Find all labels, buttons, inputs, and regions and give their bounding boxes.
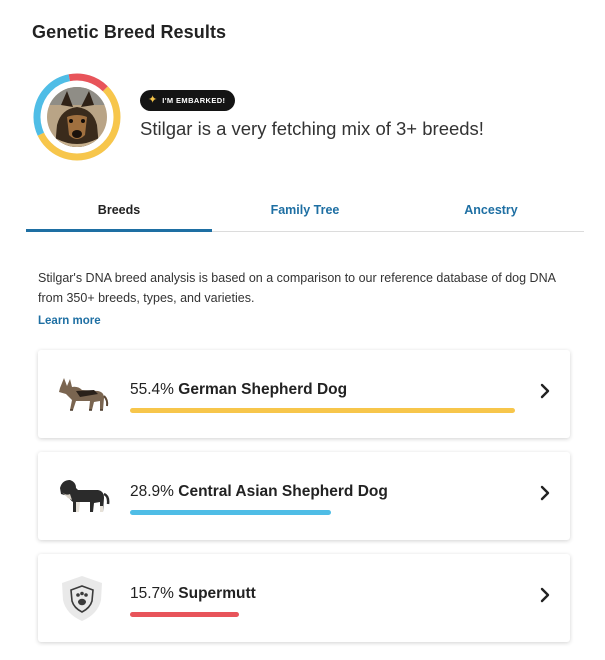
embarked-badge: ✦ I'M EMBARKED! — [140, 90, 236, 111]
results-tabs: Breeds Family Tree Ancestry — [26, 196, 584, 232]
breed-percent: 55.4% — [130, 381, 174, 398]
tab-family-tree[interactable]: Family Tree — [212, 196, 398, 232]
chevron-right-icon — [538, 585, 552, 605]
sparkle-icon: ✦ — [148, 94, 158, 106]
breed-label: 28.9% Central Asian Shepherd Dog — [130, 483, 388, 501]
german-shepherd-dog-illustration — [54, 370, 110, 418]
breed-percent: 15.7% — [130, 585, 174, 602]
breed-share-bar — [130, 408, 515, 413]
dog-avatar — [47, 87, 107, 147]
breed-name: Supermutt — [178, 585, 256, 602]
profile-header: ✦ I'M EMBARKED! Stilgar is a very fetchi… — [32, 72, 592, 162]
learn-more-link[interactable]: Learn more — [38, 315, 101, 327]
breed-mix-headline: Stilgar is a very fetching mix of 3+ bre… — [140, 118, 484, 139]
page-title: Genetic Breed Results — [32, 22, 227, 42]
supermutt-paw-shield-icon — [54, 574, 110, 622]
breed-card-central-asian-shepherd[interactable]: 28.9% Central Asian Shepherd Dog — [38, 452, 570, 540]
tab-breeds[interactable]: Breeds — [26, 196, 212, 232]
breed-share-bar — [130, 510, 331, 515]
central-asian-shepherd-dog-illustration — [54, 472, 110, 520]
breed-label: 15.7% Supermutt — [130, 585, 256, 603]
breed-name: Central Asian Shepherd Dog — [178, 483, 388, 500]
breed-card-german-shepherd[interactable]: 55.4% German Shepherd Dog — [38, 350, 570, 438]
chevron-right-icon — [538, 381, 552, 401]
breed-name: German Shepherd Dog — [178, 381, 348, 398]
embarked-badge-label: I'M EMBARKED! — [162, 96, 226, 105]
breed-percent: 28.9% — [130, 483, 174, 500]
chevron-right-icon — [538, 483, 552, 503]
breed-analysis-description: Stilgar's DNA breed analysis is based on… — [38, 271, 556, 305]
tab-ancestry[interactable]: Ancestry — [398, 196, 584, 232]
breed-share-bar — [130, 612, 239, 617]
breed-card-supermutt[interactable]: 15.7% Supermutt — [38, 554, 570, 642]
breed-label: 55.4% German Shepherd Dog — [130, 381, 347, 399]
